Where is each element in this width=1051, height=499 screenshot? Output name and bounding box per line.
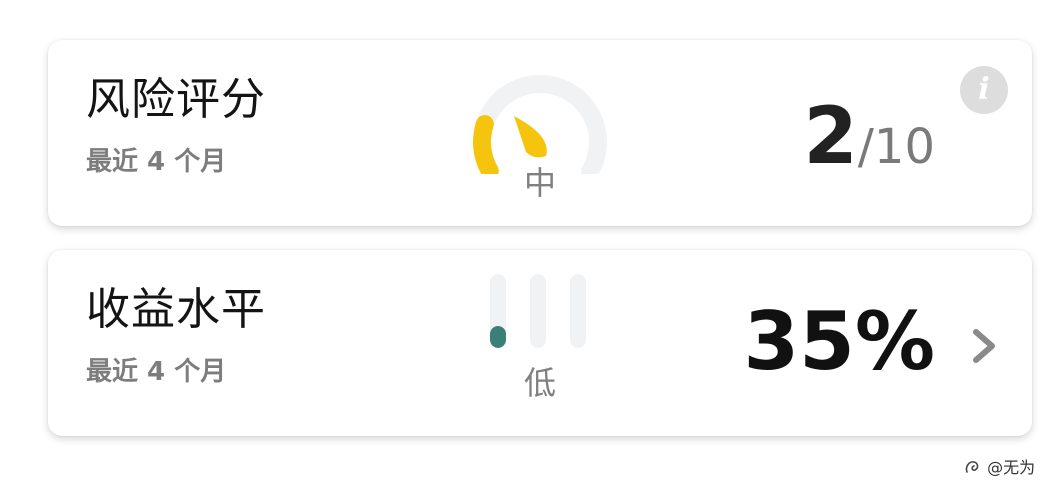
- return-level-period: 最近 4 个月: [86, 357, 227, 387]
- info-icon[interactable]: i: [960, 66, 1008, 114]
- gauge-track: [473, 75, 607, 174]
- return-bar: [530, 274, 546, 348]
- gauge-fill: [473, 115, 499, 174]
- return-level-label: 低: [523, 364, 556, 402]
- watermark-text: @无为: [987, 458, 1036, 477]
- gauge-needle-icon: [514, 116, 547, 158]
- return-bar: [490, 274, 506, 348]
- risk-score-period: 最近 4 个月: [86, 147, 227, 177]
- return-level-bars: [490, 274, 590, 348]
- risk-gauge: [473, 75, 607, 174]
- return-level-card[interactable]: 收益水平 最近 4 个月 低 35%: [48, 250, 1032, 436]
- risk-score-value: 2/10: [803, 98, 935, 176]
- return-bar-fill: [490, 325, 506, 348]
- risk-score-max: /10: [857, 119, 935, 175]
- watermark: @无为: [964, 454, 1035, 478]
- risk-score-title: 风险评分: [86, 74, 266, 125]
- watermark-logo-icon: [965, 461, 979, 473]
- risk-score-number: 2: [803, 92, 858, 182]
- return-percent: 35%: [743, 295, 935, 388]
- chevron-right-icon[interactable]: [968, 326, 1000, 366]
- return-level-title: 收益水平: [86, 284, 266, 335]
- risk-score-card: 风险评分 最近 4 个月 中 i 2/10: [48, 40, 1032, 226]
- return-bar: [570, 274, 586, 348]
- risk-level-label: 中: [523, 164, 556, 202]
